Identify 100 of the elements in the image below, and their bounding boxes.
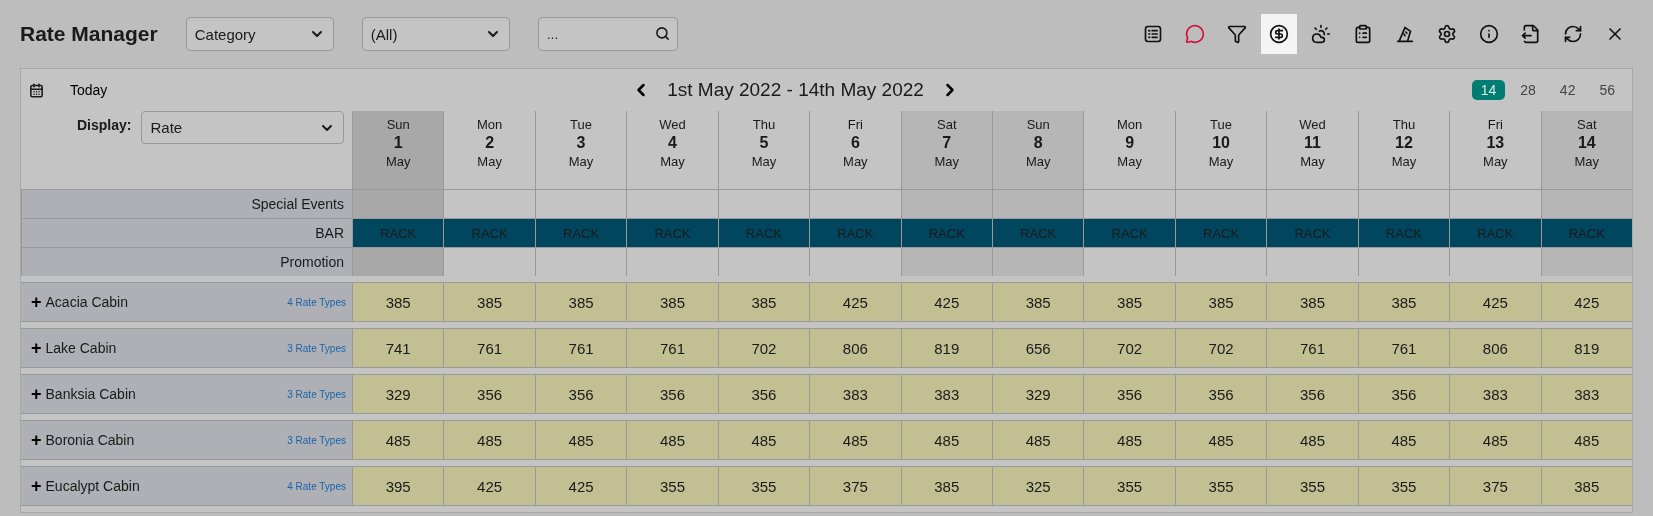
rate-cell[interactable]: 325 [992, 467, 1084, 505]
rate-cell[interactable]: 485 [443, 421, 535, 459]
rate-cell[interactable]: 383 [900, 375, 992, 413]
search-field[interactable]: ... [537, 17, 678, 51]
rate-cell[interactable]: 385 [352, 283, 444, 321]
rate-cell[interactable]: 702 [1174, 329, 1267, 367]
rate-cell[interactable]: 385 [900, 467, 992, 505]
rate-cell[interactable]: 375 [1449, 467, 1541, 505]
sun-cloud-icon [1311, 24, 1331, 44]
rate-cell[interactable]: 485 [534, 421, 627, 459]
rate-cell[interactable]: 485 [717, 421, 810, 459]
rate-cell[interactable]: 485 [1540, 421, 1632, 459]
date-number: 13 [1486, 134, 1505, 152]
rate-cell[interactable]: 383 [1449, 375, 1541, 413]
day-span-tab[interactable]: 28 [1511, 80, 1545, 100]
dropdown[interactable]: Category [185, 17, 334, 51]
today-button[interactable]: Today [58, 78, 120, 102]
rate-cell[interactable]: 356 [717, 375, 810, 413]
expand-button[interactable]: + [31, 383, 42, 405]
day-span-tab[interactable]: 56 [1590, 80, 1624, 100]
rate-cell[interactable]: 356 [443, 375, 535, 413]
rate-cell[interactable]: 485 [900, 421, 992, 459]
weekday: Tue [1210, 117, 1232, 132]
rate-cell[interactable]: 702 [717, 329, 810, 367]
rate-cell[interactable]: 385 [443, 283, 535, 321]
rate-cell[interactable]: 356 [1083, 375, 1175, 413]
weekday: Sat [937, 117, 957, 132]
rate-cell[interactable]: 425 [900, 283, 992, 321]
dollar-coin-button[interactable] [1261, 14, 1297, 54]
rate-cell[interactable]: 329 [352, 375, 444, 413]
rate-cell[interactable]: 375 [809, 467, 901, 505]
rate-cell[interactable]: 385 [717, 283, 810, 321]
rate-cell[interactable]: 385 [1266, 283, 1358, 321]
rate-cell[interactable]: 761 [1357, 329, 1450, 367]
rate-cell[interactable]: 485 [1357, 421, 1450, 459]
rate-cell[interactable]: 425 [534, 467, 627, 505]
rate-cell[interactable]: 741 [352, 329, 444, 367]
day-span-tab[interactable]: 14 [1471, 80, 1506, 100]
rate-cell[interactable]: 702 [1083, 329, 1175, 367]
rate-cell[interactable]: 485 [992, 421, 1084, 459]
calendar-icon[interactable] [29, 82, 44, 98]
rate-cell[interactable]: 395 [352, 467, 444, 505]
dropdown[interactable]: (All) [361, 17, 510, 51]
rate-cell[interactable]: 425 [1449, 283, 1541, 321]
refresh-icon [1563, 24, 1583, 44]
rate-cell[interactable]: 355 [1083, 467, 1175, 505]
rate-cell[interactable]: 485 [1449, 421, 1541, 459]
rate-cell[interactable]: 385 [1357, 283, 1450, 321]
rate-cell[interactable]: 425 [809, 283, 901, 321]
rate-cell[interactable]: 356 [1357, 375, 1450, 413]
rate-cell[interactable]: 761 [626, 329, 718, 367]
rate-cell[interactable]: 425 [1540, 283, 1632, 321]
rate-cell[interactable]: 385 [1174, 283, 1267, 321]
rate-cell[interactable]: 806 [809, 329, 901, 367]
rate-cell[interactable]: 819 [1540, 329, 1632, 367]
rate-cell[interactable]: 385 [1540, 467, 1632, 505]
expand-button[interactable]: + [31, 475, 42, 497]
rate-cell[interactable]: 356 [626, 375, 718, 413]
rate-cell[interactable]: 385 [992, 283, 1084, 321]
rate-cell[interactable]: 385 [534, 283, 627, 321]
day-span-tab[interactable]: 42 [1550, 80, 1585, 100]
rate-cell[interactable]: 383 [1540, 375, 1632, 413]
rate-cell[interactable]: 356 [534, 375, 627, 413]
date-number: 14 [1577, 134, 1596, 152]
expand-button[interactable]: + [31, 337, 42, 359]
rate-cell[interactable]: 761 [1266, 329, 1358, 367]
month: May [660, 154, 685, 169]
rate-cell[interactable]: 485 [1266, 421, 1358, 459]
rate-cell[interactable]: 355 [1266, 467, 1358, 505]
display-dropdown[interactable]: Rate [141, 111, 344, 144]
weekday: Mon [1117, 117, 1143, 132]
rate-cell[interactable]: 485 [809, 421, 901, 459]
rate-cell[interactable]: 383 [809, 375, 901, 413]
rate-cell[interactable]: 329 [992, 375, 1084, 413]
rate-cell[interactable]: 761 [443, 329, 535, 367]
rate-cell[interactable]: 355 [717, 467, 810, 505]
expand-button[interactable]: + [31, 429, 42, 451]
month: May [1483, 154, 1508, 169]
rate-cell[interactable]: 356 [1266, 375, 1358, 413]
search-icon[interactable] [654, 26, 670, 41]
rate-cell[interactable]: 385 [626, 283, 718, 321]
rate-cell[interactable]: 485 [1083, 421, 1175, 459]
rate-cell[interactable]: 485 [1174, 421, 1267, 459]
file-export-icon [1521, 24, 1541, 44]
rate-cell[interactable]: 485 [352, 421, 444, 459]
rate-cell[interactable]: 656 [992, 329, 1084, 367]
rate-cell[interactable]: 355 [1174, 467, 1267, 505]
rate-cell[interactable]: 385 [1083, 283, 1175, 321]
rate-cell[interactable]: 355 [626, 467, 718, 505]
rate-cell[interactable]: 355 [1357, 467, 1450, 505]
row-label: Promotion [21, 247, 352, 276]
rate-cell[interactable]: 761 [534, 329, 627, 367]
rate-cell[interactable]: 356 [1174, 375, 1267, 413]
date-number: 4 [668, 134, 677, 152]
rate-cell[interactable]: 425 [443, 467, 535, 505]
date-number: 10 [1212, 134, 1230, 152]
expand-button[interactable]: + [31, 291, 42, 313]
rate-cell[interactable]: 806 [1449, 329, 1541, 367]
rate-cell[interactable]: 819 [900, 329, 992, 367]
rate-cell[interactable]: 485 [626, 421, 718, 459]
